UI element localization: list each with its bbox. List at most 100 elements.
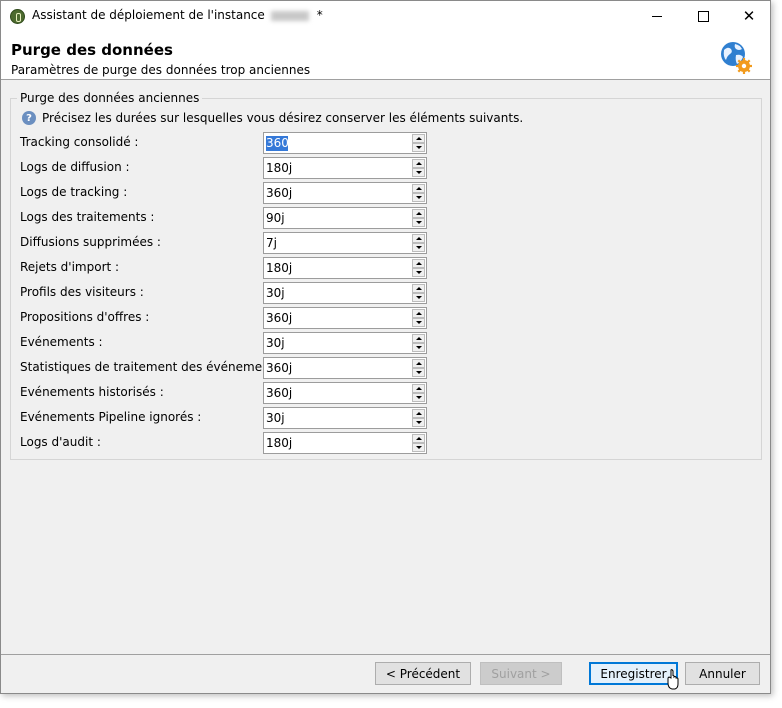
duration-spinbox[interactable] <box>263 132 427 154</box>
spin-down-button[interactable] <box>412 418 425 427</box>
spin-up-button[interactable] <box>412 159 425 168</box>
spin-up-button[interactable] <box>412 409 425 418</box>
wizard-header: Purge des données Paramètres de purge de… <box>1 31 770 80</box>
spin-down-button[interactable] <box>412 368 425 377</box>
duration-spinbox[interactable] <box>263 307 427 329</box>
duration-input[interactable] <box>265 260 410 276</box>
spin-down-button[interactable] <box>412 443 425 452</box>
arrow-up-icon <box>415 437 422 440</box>
field-label: Propositions d'offres : <box>20 310 150 324</box>
spin-down-button[interactable] <box>412 193 425 202</box>
arrow-down-icon <box>415 221 422 224</box>
spin-buttons <box>412 284 425 302</box>
duration-spinbox[interactable] <box>263 432 427 454</box>
previous-button[interactable]: < Précédent <box>375 662 471 685</box>
minimize-button[interactable] <box>634 1 680 31</box>
spin-up-button[interactable] <box>412 334 425 343</box>
wizard-window: Assistant de déploiement de l'instance * … <box>0 0 771 694</box>
duration-spinbox[interactable] <box>263 407 427 429</box>
spin-up-button[interactable] <box>412 209 425 218</box>
spin-down-button[interactable] <box>412 218 425 227</box>
spin-up-button[interactable] <box>412 284 425 293</box>
spin-up-button[interactable] <box>412 134 425 143</box>
spin-up-button[interactable] <box>412 234 425 243</box>
arrow-up-icon <box>415 237 422 240</box>
spin-up-button[interactable] <box>412 309 425 318</box>
spin-buttons <box>412 434 425 452</box>
spin-down-button[interactable] <box>412 293 425 302</box>
close-button[interactable]: ✕ <box>726 1 772 31</box>
duration-input[interactable] <box>265 210 410 226</box>
page-title: Purge des données <box>11 41 173 59</box>
spin-buttons <box>412 409 425 427</box>
arrow-down-icon <box>415 346 422 349</box>
arrow-up-icon <box>415 362 422 365</box>
duration-input[interactable] <box>265 185 410 201</box>
duration-spinbox[interactable] <box>263 382 427 404</box>
spin-down-button[interactable] <box>412 318 425 327</box>
spin-up-button[interactable] <box>412 259 425 268</box>
field-label: Rejets d'import : <box>20 260 120 274</box>
duration-input[interactable] <box>265 435 410 451</box>
spin-buttons <box>412 159 425 177</box>
arrow-up-icon <box>415 162 422 165</box>
spin-down-button[interactable] <box>412 243 425 252</box>
window-title-modified-marker: * <box>316 8 323 22</box>
close-icon: ✕ <box>742 6 756 25</box>
spin-buttons <box>412 309 425 327</box>
duration-spinbox[interactable] <box>263 282 427 304</box>
spin-up-button[interactable] <box>412 434 425 443</box>
arrow-down-icon <box>415 146 422 149</box>
redacted-instance-name <box>270 10 309 21</box>
next-button: Suivant > <box>480 662 562 685</box>
duration-input[interactable] <box>265 410 410 426</box>
arrow-up-icon <box>415 337 422 340</box>
field-label: Evénements historisés : <box>20 385 164 399</box>
arrow-up-icon <box>415 187 422 190</box>
spin-down-button[interactable] <box>412 268 425 277</box>
duration-input[interactable] <box>265 360 410 376</box>
spin-buttons <box>412 259 425 277</box>
duration-spinbox[interactable] <box>263 207 427 229</box>
footer-separator <box>1 654 770 655</box>
arrow-up-icon <box>415 137 422 140</box>
spin-down-button[interactable] <box>412 168 425 177</box>
title-bar: Assistant de déploiement de l'instance * … <box>1 1 770 31</box>
spin-up-button[interactable] <box>412 384 425 393</box>
spin-down-button[interactable] <box>412 343 425 352</box>
spin-buttons <box>412 209 425 227</box>
duration-input[interactable] <box>265 235 410 251</box>
duration-spinbox[interactable] <box>263 157 427 179</box>
arrow-down-icon <box>415 371 422 374</box>
field-label: Tracking consolidé : <box>20 135 139 149</box>
spin-down-button[interactable] <box>412 143 425 152</box>
arrow-up-icon <box>415 262 422 265</box>
hint: ? Précisez les durées sur lesquelles vou… <box>22 111 523 125</box>
cancel-button[interactable]: Annuler <box>685 662 760 685</box>
duration-input[interactable] <box>265 135 410 151</box>
duration-input[interactable] <box>265 160 410 176</box>
hint-text: Précisez les durées sur lesquelles vous … <box>42 111 524 125</box>
duration-spinbox[interactable] <box>263 257 427 279</box>
spin-down-button[interactable] <box>412 393 425 402</box>
arrow-down-icon <box>415 171 422 174</box>
duration-input[interactable] <box>265 385 410 401</box>
duration-input[interactable] <box>265 285 410 301</box>
app-icon <box>10 9 25 24</box>
duration-spinbox[interactable] <box>263 357 427 379</box>
spin-buttons <box>412 359 425 377</box>
duration-input[interactable] <box>265 335 410 351</box>
duration-spinbox[interactable] <box>263 232 427 254</box>
maximize-button[interactable] <box>680 1 726 31</box>
arrow-up-icon <box>415 387 422 390</box>
arrow-up-icon <box>415 287 422 290</box>
duration-spinbox[interactable] <box>263 182 427 204</box>
spin-up-button[interactable] <box>412 184 425 193</box>
duration-spinbox[interactable] <box>263 332 427 354</box>
arrow-up-icon <box>415 312 422 315</box>
field-label: Logs de diffusion : <box>20 160 130 174</box>
duration-input[interactable] <box>265 310 410 326</box>
spin-up-button[interactable] <box>412 359 425 368</box>
arrow-down-icon <box>415 246 422 249</box>
arrow-down-icon <box>415 446 422 449</box>
